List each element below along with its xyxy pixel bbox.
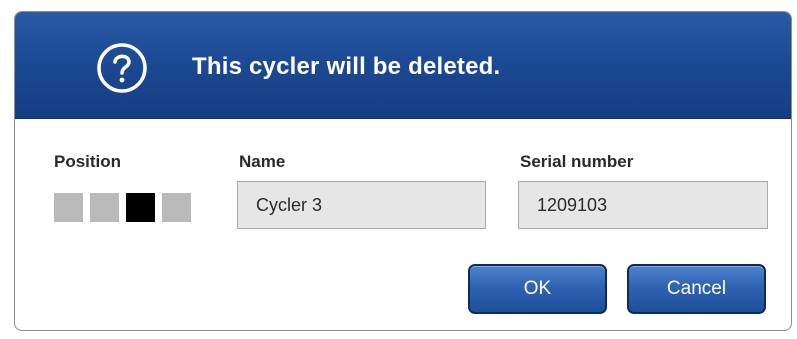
- position-slot-1: [54, 193, 83, 222]
- dialog-title: This cycler will be deleted.: [192, 53, 501, 80]
- position-slot-4: [162, 193, 191, 222]
- position-label: Position: [54, 152, 122, 171]
- dialog-header: This cycler will be deleted.: [15, 12, 791, 119]
- name-label: Name: [239, 152, 286, 171]
- question-circle-icon: [97, 43, 147, 93]
- serial-number-label: Serial number: [520, 152, 634, 171]
- ok-button[interactable]: OK: [468, 264, 607, 314]
- cancel-button[interactable]: Cancel: [627, 264, 766, 314]
- delete-cycler-dialog: This cycler will be deleted. Position Na…: [14, 11, 792, 331]
- name-field: Cycler 3: [237, 181, 486, 229]
- position-indicator: [54, 193, 191, 222]
- serial-number-field: 1209103: [518, 181, 768, 229]
- position-slot-2: [90, 193, 119, 222]
- position-slot-3: [126, 193, 155, 222]
